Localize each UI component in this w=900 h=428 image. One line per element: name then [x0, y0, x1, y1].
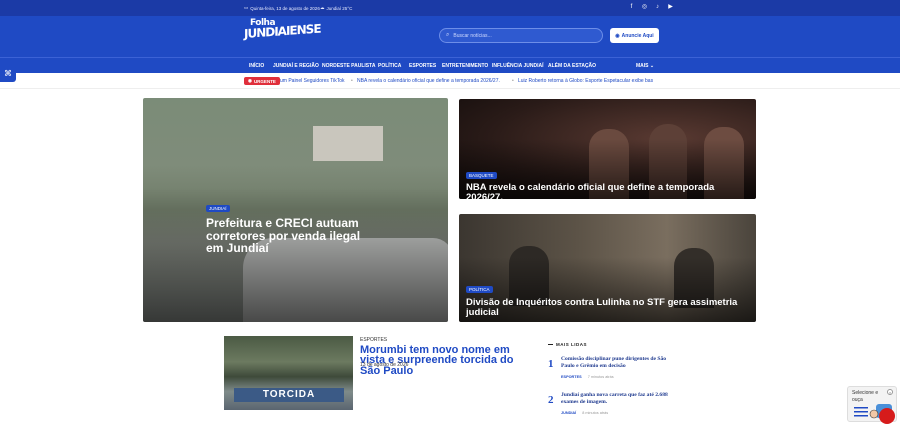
search-icon: ⌕: [446, 32, 450, 38]
most-read-category[interactable]: ESPORTES: [561, 375, 582, 379]
accessibility-icon: ⌘: [4, 69, 12, 78]
nav-item-entretenimento[interactable]: ENTRETENIMENTO: [442, 63, 488, 69]
most-read-title[interactable]: Jundiaí ganha nova carreta que faz até 2…: [561, 392, 671, 406]
crowd-banner: TORCIDA: [234, 388, 344, 402]
category-badge[interactable]: JUNDIAÍ: [206, 205, 230, 212]
most-read-meta: ESPORTES 7 minutos atrás: [561, 375, 614, 379]
urgent-badge: ◉ URGENTE: [244, 77, 280, 85]
featured-bottom-right-card[interactable]: POLÍTICA Divisão de Inquéritos contra Lu…: [459, 214, 756, 322]
nav-item-esportes[interactable]: ESPORTES: [409, 63, 436, 69]
rank-number: 2: [548, 394, 554, 406]
category-badge[interactable]: POLÍTICA: [466, 286, 493, 293]
date-display: ▭ Quinta-feira, 13 de agosto de 2026: [244, 5, 320, 11]
search-input[interactable]: [453, 32, 584, 39]
nav-item-influencia[interactable]: INFLUÊNCIA JUNDIAÍ: [492, 63, 543, 69]
accessibility-button[interactable]: ⌘: [0, 65, 16, 82]
breaking-ticker: ◉ URGENTE um Painel Seguidores TikTok • …: [0, 73, 900, 89]
ticker-separator: •: [512, 78, 514, 84]
ticker-item[interactable]: um Painel Seguidores TikTok: [280, 78, 344, 84]
search-box[interactable]: ⌕: [439, 28, 603, 43]
rank-number: 1: [548, 358, 554, 370]
most-read-meta: JUNDIAÍ 8 minutos atrás: [561, 411, 608, 415]
nav-item-alem-estacao[interactable]: ALÉM DA ESTAÇÃO: [548, 63, 596, 69]
calendar-icon: ▭: [244, 5, 249, 10]
nav-more[interactable]: MAIS ⌄: [636, 63, 654, 69]
date-text: Quinta-feira, 13 de agosto de 2026: [250, 5, 320, 11]
ticker-item[interactable]: NBA revela o calendário oficial que defi…: [357, 78, 500, 84]
nav-item-politica[interactable]: POLÍTICA: [378, 63, 401, 69]
logo-line-2: JUNDIAIENSE: [244, 21, 321, 42]
nav-item-nordeste[interactable]: NORDESTE PAULISTA: [322, 63, 375, 69]
chevron-down-icon: ⌄: [649, 63, 655, 69]
featured-main-card[interactable]: JUNDIAÍ Prefeitura e CRECI autuam corret…: [143, 98, 448, 322]
weather-text: Jundiaí 25°C: [326, 5, 353, 11]
featured-bottom-right-title[interactable]: Divisão de Inquéritos contra Lulinha no …: [466, 298, 751, 318]
anuncie-button[interactable]: ◉ Anuncie Aqui: [610, 28, 659, 43]
megaphone-icon: ◉: [615, 32, 620, 39]
most-read-label: MAIS LIDAS: [556, 342, 588, 347]
youtube-icon[interactable]: ▶: [667, 4, 674, 11]
ticker-item[interactable]: Luiz Roberto retorna à Globo: Esporte Es…: [518, 78, 653, 84]
divider: [548, 344, 553, 345]
nav-item-inicio[interactable]: INÍCIO: [249, 63, 264, 69]
listen-widget-text: Selecione e ouça: [852, 390, 879, 403]
close-icon[interactable]: ×: [887, 389, 893, 395]
site-header: Folha JUNDIAIENSE ⌕ ◉ Anuncie Aqui: [0, 16, 900, 57]
secondary-title[interactable]: Morumbi tem novo nome em vista e surpree…: [360, 344, 530, 376]
top-bar: ▭ Quinta-feira, 13 de agosto de 2026 ☁ J…: [0, 0, 900, 16]
most-read-header: MAIS LIDAS: [548, 342, 587, 347]
featured-top-right-title[interactable]: NBA revela o calendário oficial que defi…: [466, 183, 751, 199]
featured-main-title[interactable]: Prefeitura e CRECI autuam corretores por…: [206, 217, 376, 255]
weather-display: ☁ Jundiaí 25°C: [320, 5, 352, 11]
urgent-label: URGENTE: [253, 78, 276, 84]
social-links: f ◎ ♪ ▶: [628, 4, 674, 11]
most-read-time: 7 minutos atrás: [587, 375, 614, 379]
secondary-date: 13 de agosto de 2026: [360, 362, 409, 368]
most-read-time: 8 minutos atrás: [582, 411, 609, 415]
stadium-image[interactable]: TORCIDA: [224, 336, 353, 410]
featured-top-right-card[interactable]: BASQUETE NBA revela o calendário oficial…: [459, 99, 756, 199]
cloud-icon: ☁: [320, 5, 325, 10]
secondary-category[interactable]: ESPORTES: [360, 337, 387, 343]
tiktok-icon[interactable]: ♪: [654, 4, 661, 11]
main-nav: INÍCIO JUNDIAÍ E REGIÃO NORDESTE PAULIST…: [0, 57, 900, 73]
anuncie-label: Anuncie Aqui: [621, 32, 654, 39]
alert-icon: ◉: [248, 78, 252, 83]
most-read-title[interactable]: Comissão disciplinar pune dirigentes de …: [561, 356, 671, 370]
nav-item-jundiai-regiao[interactable]: JUNDIAÍ E REGIÃO: [273, 63, 319, 69]
instagram-icon[interactable]: ◎: [641, 4, 648, 11]
ticker-separator: •: [351, 78, 353, 84]
facebook-icon[interactable]: f: [628, 4, 635, 11]
vlibras-button[interactable]: [879, 408, 895, 424]
nav-more-label: MAIS: [636, 63, 649, 69]
site-logo[interactable]: Folha JUNDIAIENSE: [244, 18, 321, 53]
category-badge[interactable]: BASQUETE: [466, 172, 497, 179]
most-read-category[interactable]: JUNDIAÍ: [561, 411, 576, 415]
